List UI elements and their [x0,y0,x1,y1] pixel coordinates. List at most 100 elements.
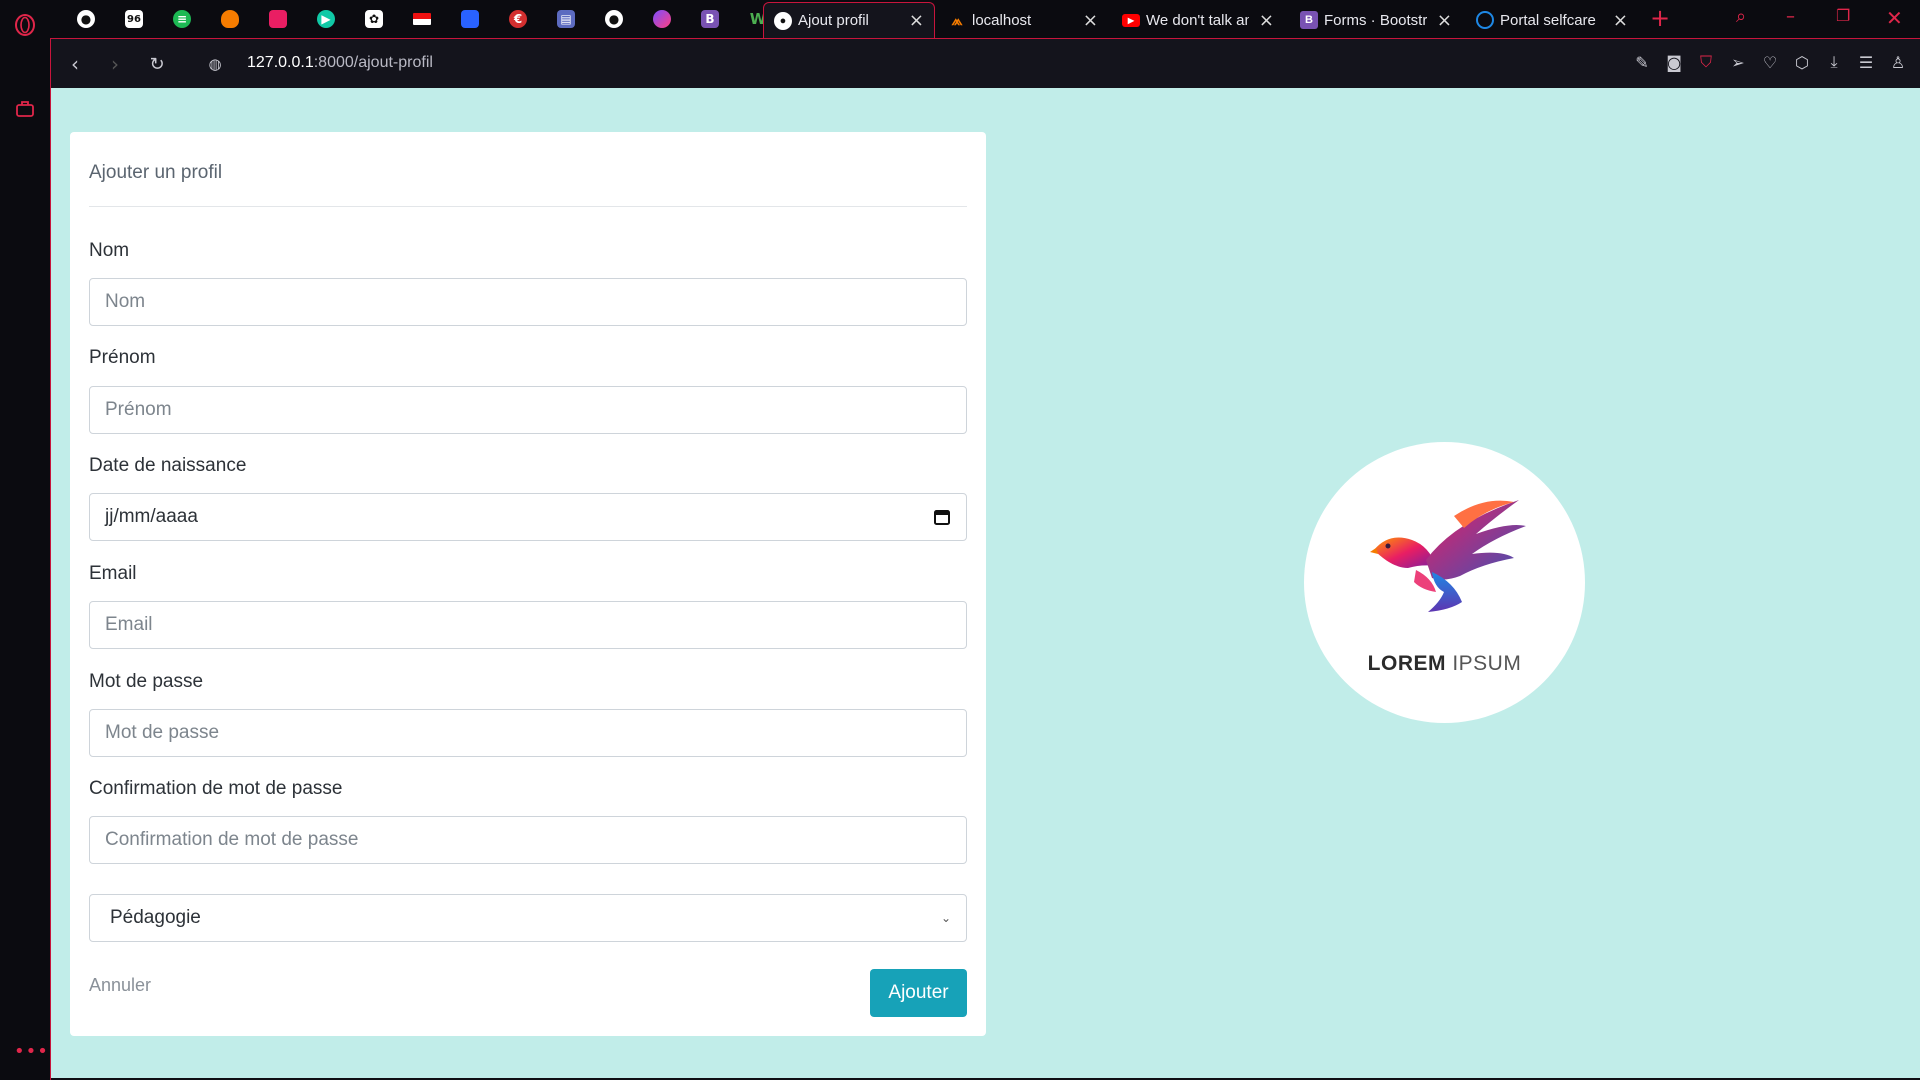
bird-logo-icon [1370,500,1526,612]
portal-icon [1476,11,1494,29]
pinned-tab-pink[interactable] [254,7,302,31]
bookmark-icon [269,10,287,28]
add-profile-card: Ajouter un profil Nom Prénom Date de nai… [70,132,986,1036]
pinned-tab-globe[interactable]: ● [62,7,110,31]
logo-word-light: IPSUM [1452,652,1522,675]
reload-icon[interactable]: ↻ [145,52,169,76]
search-tabs-icon[interactable]: ⌕ [1736,6,1746,27]
spotify-icon: ≡ [173,10,191,28]
github-icon: ● [605,10,623,28]
globe-icon: ● [774,11,792,30]
close-tab-icon[interactable]: × [1083,10,1098,31]
tab-title: Forms · Bootstra [1324,11,1427,29]
page-content: Ajouter un profil Nom Prénom Date de nai… [51,88,1920,1078]
pinned-tab-96[interactable]: 96 [110,7,158,31]
opera-logo-icon[interactable] [10,10,40,40]
document-icon [461,10,479,28]
new-tab-button[interactable]: + [1650,4,1670,32]
browser-sidebar: ••• [0,38,51,1080]
email-input[interactable] [89,601,967,649]
password-label: Mot de passe [89,671,204,692]
printer-icon: ▤ [557,10,575,28]
minimize-icon[interactable]: – [1786,6,1795,27]
address-bar[interactable]: 127.0.0.1:8000/ajout-profil [247,54,433,72]
close-window-icon[interactable]: ✕ [1886,6,1903,30]
pinned-tabs: ● 96 ≡ ▶ ✿ € ▤ ● B W [62,7,782,31]
date-input[interactable]: jj/mm/aaaa [89,493,967,541]
pinned-tab-printer[interactable]: ▤ [542,7,590,31]
nom-label: Nom [89,240,130,261]
tab-title: We don't talk an [1146,11,1249,29]
close-tab-icon[interactable]: × [909,10,924,31]
pinned-tab-play[interactable]: ▶ [302,7,350,31]
back-icon[interactable]: ‹ [63,52,87,76]
pinned-tab-spotify[interactable]: ≡ [158,7,206,31]
workspace-icon[interactable] [14,98,36,120]
close-tab-icon[interactable]: × [1259,10,1274,31]
prenom-input[interactable] [89,386,967,434]
cube-icon[interactable]: ⬡ [1792,52,1812,72]
card-title: Ajouter un profil [89,162,223,183]
close-tab-icon[interactable]: × [1437,10,1452,31]
fire-icon [221,10,239,28]
pinned-tab-blue[interactable] [446,7,494,31]
profile-icon[interactable]: ♙ [1888,52,1908,72]
pinned-tab-openai[interactable]: ✿ [350,7,398,31]
96-icon: 96 [125,10,143,28]
confirm-password-label: Confirmation de mot de passe [89,778,343,799]
toolbar-actions: ✎ ◙ ⛉ ➢ ♡ ⬡ ⤓ ☰ ♙ [1632,52,1908,72]
send-icon[interactable]: ➢ [1728,52,1748,72]
password-input[interactable] [89,709,967,757]
globe-icon: ● [77,10,95,28]
restore-icon[interactable]: ❐ [1836,6,1850,25]
pinned-tab-flag[interactable] [398,7,446,31]
forward-icon[interactable]: › [103,52,127,76]
tab-bootstrap-forms[interactable]: B Forms · Bootstra × [1290,2,1462,38]
bootstrap-icon: B [1300,11,1318,29]
prenom-label: Prénom [89,347,156,368]
play-icon: ▶ [317,10,335,28]
pinned-tab-fire[interactable] [206,7,254,31]
department-select[interactable]: Pédagogie ⌄ [89,894,967,942]
pinned-tab-messenger[interactable] [638,7,686,31]
add-button[interactable]: Ajouter [870,969,967,1017]
openai-icon: ✿ [365,10,383,28]
brand-logo: LOREM IPSUM [1304,442,1585,723]
tab-youtube[interactable]: ▶ We don't talk an × [1112,2,1284,38]
tab-title: Ajout profil [798,12,869,29]
url-host: 127.0.0.1 [247,54,314,71]
logo-word-bold: LOREM [1367,652,1446,675]
chevron-down-icon: ⌄ [940,911,951,925]
camera-icon[interactable]: ◙ [1664,52,1684,72]
confirm-password-input[interactable] [89,816,967,864]
settings-sliders-icon[interactable]: ☰ [1856,52,1876,72]
xampp-icon: ⩕ [951,11,963,28]
calendar-icon[interactable] [933,508,951,526]
tab-portal-selfcare[interactable]: Portal selfcare × [1466,2,1638,38]
date-placeholder: jj/mm/aaaa [105,506,198,527]
divider [89,206,967,207]
pinned-tab-bag[interactable]: € [494,7,542,31]
pinned-tab-github[interactable]: ● [590,7,638,31]
money-bag-icon: € [509,10,527,28]
close-tab-icon[interactable]: × [1613,10,1628,31]
site-info-icon[interactable]: ◍ [203,52,227,76]
more-options-icon[interactable]: ••• [14,1041,49,1062]
date-label: Date de naissance [89,455,247,476]
pinned-tab-bootstrap[interactable]: B [686,7,734,31]
tab-title: Portal selfcare [1500,11,1596,29]
url-path: :8000/ajout-profil [313,54,433,71]
tab-ajout-profil[interactable]: ● Ajout profil × [763,2,935,38]
email-label: Email [89,563,137,584]
cancel-link[interactable]: Annuler [89,975,151,996]
youtube-icon: ▶ [1122,13,1140,27]
tab-title: localhost [972,11,1032,29]
tab-localhost[interactable]: ⩕ localhost × [938,2,1108,38]
nom-input[interactable] [89,278,967,326]
address-toolbar: ‹ › ↻ ◍ 127.0.0.1:8000/ajout-profil ✎ ◙ … [51,38,1920,88]
shield-icon[interactable]: ⛉ [1696,52,1716,72]
download-icon[interactable]: ⤓ [1824,52,1844,72]
edit-icon[interactable]: ✎ [1632,52,1652,72]
bootstrap-icon: B [701,10,719,28]
heart-icon[interactable]: ♡ [1760,52,1780,72]
